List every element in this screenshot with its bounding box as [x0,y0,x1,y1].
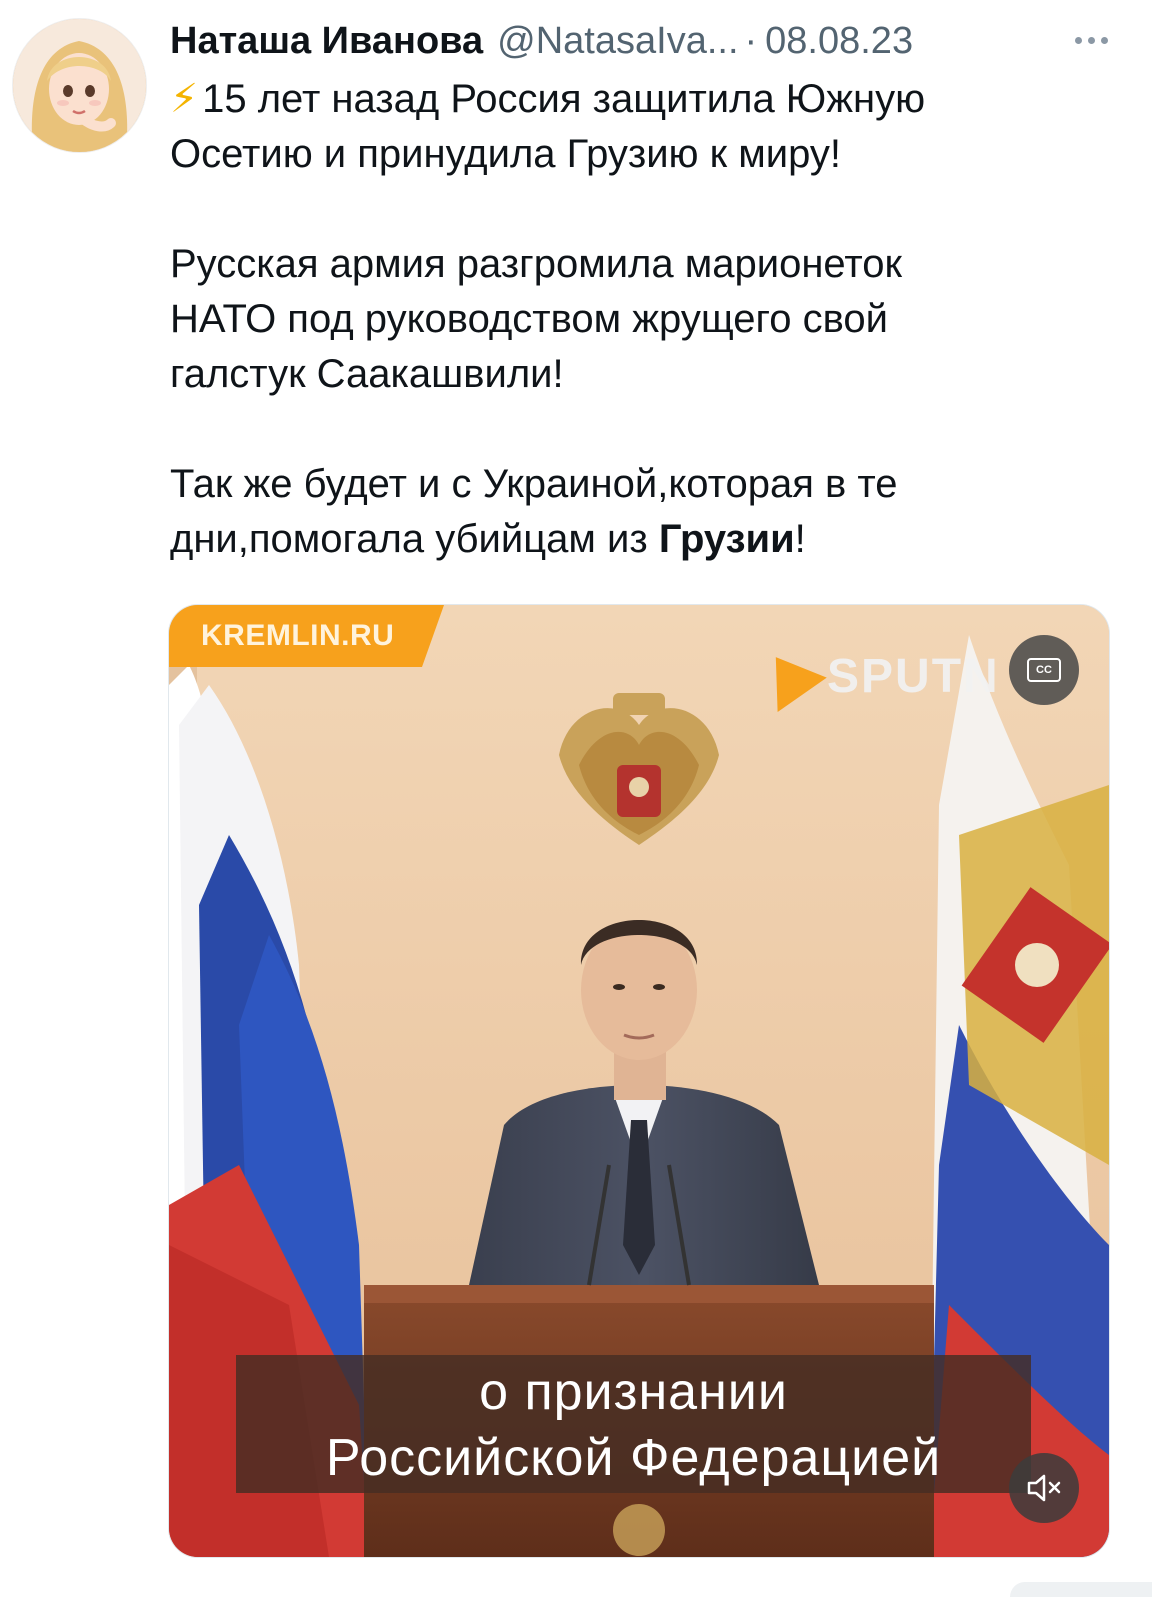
paragraph-2-line-3: галстук Саакашвили! [170,352,564,396]
avatar-image [13,19,146,152]
avatar[interactable] [12,18,147,153]
author-name[interactable]: Наташа Иванова [170,14,483,68]
next-item-edge [1010,1582,1152,1597]
separator: · [744,20,758,62]
more-dots-icon[interactable] [1066,20,1116,60]
brand-watermark: SPUTN [751,639,1000,713]
speaker-muted-icon[interactable] [1009,1453,1079,1523]
sputnik-logo-icon [751,639,827,713]
closed-captions-icon[interactable]: CC [1009,635,1079,705]
cc-label: CC [1027,658,1061,682]
subtitle-line-1: о признании [479,1363,788,1421]
subtitle-line-2: Российской Федерацией [325,1429,942,1487]
paragraph-1-line-1: ⚡ 15 лет назад Россия защитила Южную [170,77,926,121]
tweet[interactable]: Наташа Иванова @NatasaIva... · 08.08.23 … [0,0,1152,1597]
video-subtitle: о признании Российской Федерацией [236,1355,1031,1493]
tweet-date[interactable]: 08.08.23 [765,14,913,68]
lightning-icon: ⚡ [170,77,199,121]
source-badge: KREMLIN.RU [169,605,444,667]
tweet-text: ⚡ 15 лет назад Россия защитила Южную Осет… [170,72,1070,567]
author-handle[interactable]: @NatasaIva... [497,14,738,68]
paragraph-3-line-1: Так же будет и с Украиной,которая в те [170,462,898,506]
paragraph-1-line-2: Осетию и принудила Грузию к миру! [170,132,842,176]
video-player[interactable]: KREMLIN.RU SPUTN CC о признании Российск… [168,604,1110,1558]
paragraph-2-line-2: НАТО под руководством жрущего свой [170,297,888,341]
paragraph-2-line-1: Русская армия разгромила марионеток [170,242,902,286]
brand-text: SPUTN [827,649,1000,703]
bold-word: Грузии [658,517,795,561]
tweet-header: Наташа Иванова @NatasaIva... · 08.08.23 [170,14,913,68]
paragraph-3-line-2: дни,помогала убийцам из Грузии! [170,517,806,561]
